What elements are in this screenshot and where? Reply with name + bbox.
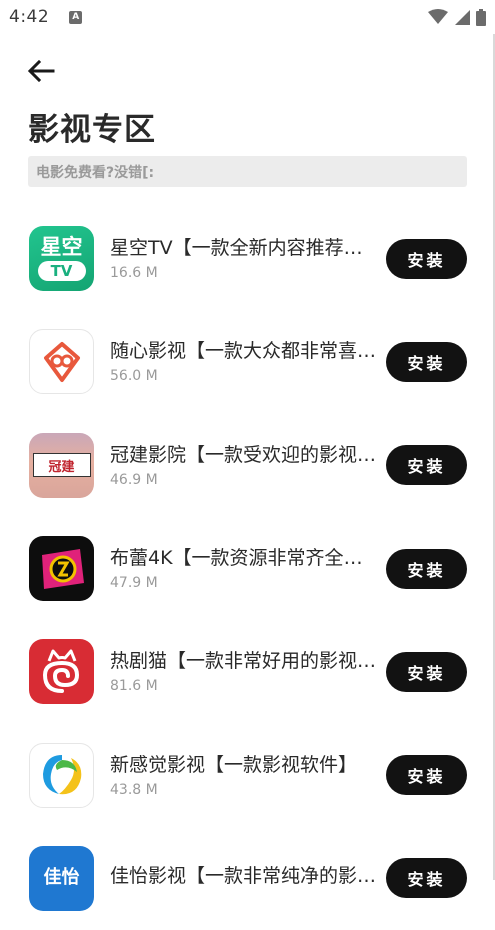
install-button[interactable]: 安装 (386, 651, 467, 692)
app-size: 47.9 M (110, 575, 158, 592)
install-button[interactable]: 安装 (386, 445, 467, 486)
list-item[interactable]: 佳怡 佳怡影视【一款非常纯净的影视软件】 安装 (0, 827, 495, 930)
suixin-logo-icon (43, 341, 80, 382)
install-button[interactable]: 安装 (386, 858, 467, 899)
app-name: 佳怡影视【一款非常纯净的影视软件】 (110, 864, 378, 887)
app-name: 热剧猫【一款非常好用的影视软件】 (110, 650, 378, 673)
status-bar: 4:42 A (0, 0, 495, 34)
xinganjue-logo-icon (42, 755, 81, 795)
jiayi-icon: 佳怡 (29, 845, 94, 911)
install-button[interactable]: 安装 (386, 238, 467, 279)
page-title: 影视专区 (28, 112, 156, 148)
back-arrow-icon (27, 60, 55, 82)
app-name: 随心影视【一款大众都非常喜欢的影视软件】 (110, 340, 378, 363)
app-size: 81.6 M (110, 678, 158, 695)
app-name: 星空TV【一款全新内容推荐类的影视软件】 (110, 237, 378, 260)
install-button[interactable]: 安装 (386, 548, 467, 589)
guanjian-plate: 冠建 (32, 453, 91, 478)
suixin-icon (29, 329, 94, 395)
app-list: 星空 TV 星空TV【一款全新内容推荐类的影视软件】 16.6 M 安装 随心影… (0, 207, 495, 930)
install-button[interactable]: 安装 (386, 755, 467, 796)
icon-text: TV (37, 261, 86, 282)
app-size: 43.8 M (110, 781, 158, 798)
app-size: 56.0 M (110, 368, 158, 385)
back-button[interactable] (24, 56, 58, 86)
bulei-logo-icon (41, 548, 84, 589)
list-item[interactable]: 随心影视【一款大众都非常喜欢的影视软件】 56.0 M 安装 (0, 310, 495, 413)
list-item[interactable]: 新感觉影视【一款影视软件】 43.8 M 安装 (0, 723, 495, 826)
signal-icon (455, 10, 470, 25)
list-item[interactable]: 星空 TV 星空TV【一款全新内容推荐类的影视软件】 16.6 M 安装 (0, 207, 495, 310)
install-button[interactable]: 安装 (386, 341, 467, 382)
notification-icon: A (69, 10, 83, 24)
guanjian-icon: 冠建 (29, 432, 94, 498)
rejumao-logo-icon (42, 649, 79, 693)
xinganjue-icon (29, 742, 94, 808)
app-size: 46.9 M (110, 471, 158, 488)
app-size: 16.6 M (110, 265, 158, 282)
app-name: 新感觉影视【一款影视软件】 (110, 753, 358, 776)
list-item[interactable]: 热剧猫【一款非常好用的影视软件】 81.6 M 安装 (0, 620, 495, 723)
icon-text: 冠建 (48, 459, 75, 475)
app-name: 布蕾4K【一款资源非常齐全的影视软件】 (110, 547, 378, 570)
icon-text: 佳怡 (43, 867, 80, 889)
icon-text: 星空 (40, 235, 83, 260)
page-subtitle: 电影免费看?没错[: (28, 156, 467, 187)
app-name: 冠建影院【一款受欢迎的影视软件】 (110, 443, 378, 466)
xingkong-tv-icon: 星空 TV (29, 226, 94, 292)
status-time: 4:42 (9, 7, 50, 27)
list-item[interactable]: 冠建 冠建影院【一款受欢迎的影视软件】 46.9 M 安装 (0, 414, 495, 517)
list-item[interactable]: 布蕾4K【一款资源非常齐全的影视软件】 47.9 M 安装 (0, 517, 495, 620)
wifi-icon (428, 9, 448, 24)
bulei-4k-icon (29, 536, 94, 602)
rejumao-icon (29, 639, 94, 705)
battery-icon (476, 8, 486, 26)
